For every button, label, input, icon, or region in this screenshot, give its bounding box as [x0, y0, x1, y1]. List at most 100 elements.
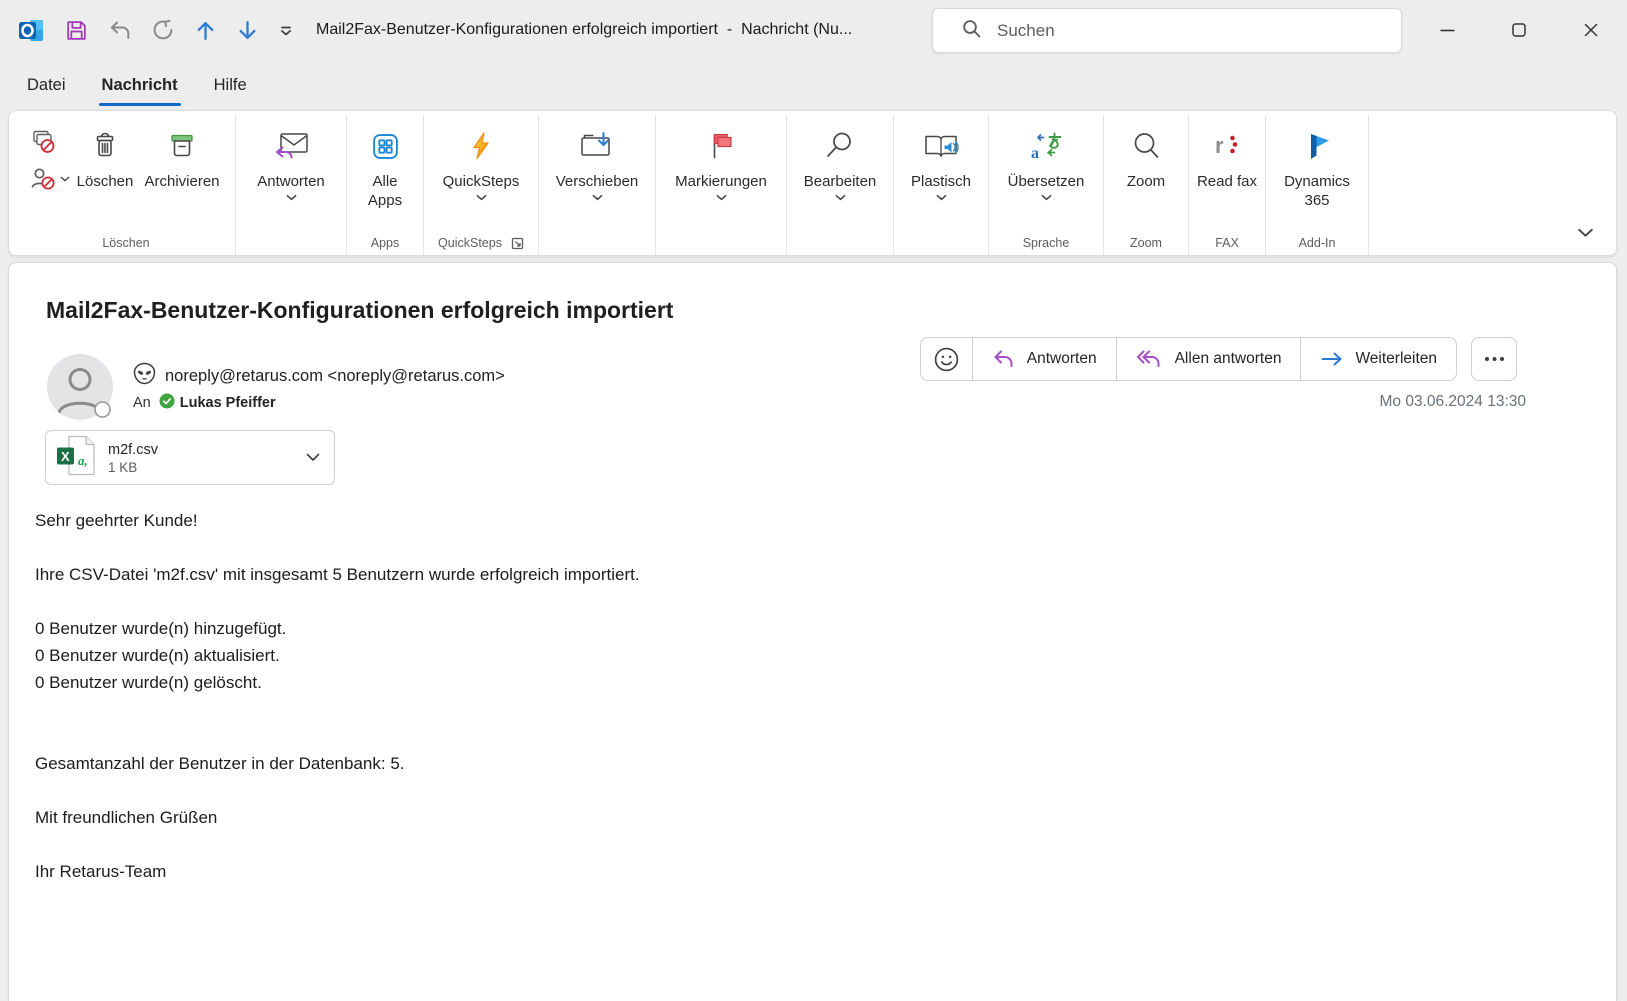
chevron-down-icon: [936, 194, 947, 201]
body-line: Mit freundlichen Grüßen: [35, 804, 1556, 831]
chevron-down-icon: [592, 194, 603, 201]
reply-button[interactable]: Antworten: [972, 338, 1116, 380]
sender-line: noreply@retarus.com <noreply@retarus.com…: [133, 362, 505, 390]
ribbon-group-markierungen: Markierungen: [656, 115, 787, 255]
body-line: [35, 831, 1556, 858]
smiley-icon: [933, 346, 960, 373]
ribbon-group-verschieben: Verschieben: [539, 115, 656, 255]
translate-icon: a: [1030, 123, 1063, 169]
block-sender-button[interactable]: [30, 166, 70, 191]
attachment-info: m2f.csv 1 KB: [108, 439, 295, 477]
svg-text:r: r: [1215, 133, 1224, 158]
maximize-icon[interactable]: [1483, 0, 1555, 60]
ribbon-group-antworten: Antworten: [236, 115, 347, 255]
dialog-launcher-icon[interactable]: [511, 237, 524, 250]
ribbon-delete-button[interactable]: Löschen: [74, 119, 136, 191]
ribbon-group-addin: Dynamics 365 Add-In: [1266, 115, 1369, 255]
ribbon-group-label: Zoom: [1104, 236, 1188, 250]
ribbon-group-bearbeiten: Bearbeiten: [787, 115, 894, 255]
message-body: Sehr geehrter Kunde! Ihre CSV-Datei 'm2f…: [35, 507, 1556, 885]
menu-bar: Datei Nachricht Hilfe: [0, 60, 250, 110]
flag-icon: [707, 123, 735, 169]
minimize-icon[interactable]: [1411, 0, 1483, 60]
avatar[interactable]: [46, 353, 114, 421]
recipient[interactable]: Lukas Pfeiffer: [159, 393, 276, 413]
body-line: 0 Benutzer wurde(n) aktualisiert.: [35, 642, 1556, 669]
excel-file-icon: a, X: [55, 434, 97, 482]
reactions-button[interactable]: [921, 338, 972, 380]
ribbon-group-quicksteps: QuickSteps QuickSteps: [424, 115, 539, 255]
ignore-mail-button[interactable]: [30, 129, 70, 154]
attachment-name: m2f.csv: [108, 441, 295, 459]
window-controls: [1411, 0, 1627, 60]
body-line: [35, 588, 1556, 615]
lightning-icon: [466, 123, 496, 169]
ribbon-group-label: Add-In: [1266, 236, 1368, 250]
ribbon-quicksteps-button[interactable]: QuickSteps: [431, 119, 531, 201]
chevron-down-icon: [476, 194, 487, 201]
chevron-down-icon: [60, 176, 70, 182]
tab-nachricht[interactable]: Nachricht: [99, 60, 181, 110]
ribbon-dynamics-button[interactable]: Dynamics 365: [1273, 119, 1361, 210]
reply-arrow-icon: [992, 348, 1016, 370]
ribbon-flag-button[interactable]: Markierungen: [663, 119, 779, 201]
search-input[interactable]: Suchen: [932, 8, 1402, 53]
collapse-ribbon-chevron-icon[interactable]: [1577, 225, 1594, 243]
body-line: 0 Benutzer wurde(n) gelöscht.: [35, 669, 1556, 696]
ribbon-group-sprache: a Übersetzen Sprache: [989, 115, 1104, 255]
ribbon-group-label: Löschen: [17, 236, 235, 250]
reply-button-group: Antworten Allen antworten Weiterlei: [920, 337, 1457, 381]
archive-icon: [167, 123, 197, 169]
outlook-logo[interactable]: [18, 17, 45, 44]
trash-icon: [90, 123, 120, 169]
svg-text:a: a: [1031, 145, 1039, 161]
attachment-card[interactable]: a, X m2f.csv 1 KB: [45, 430, 335, 485]
move-up-icon[interactable]: [194, 19, 217, 42]
immersive-reader-icon: [923, 123, 960, 169]
body-line: [35, 534, 1556, 561]
forward-button[interactable]: Weiterleiten: [1300, 338, 1456, 380]
ribbon-archive-button[interactable]: Archivieren: [136, 119, 228, 191]
verified-check-icon: [159, 393, 175, 413]
qat-chevron-icon[interactable]: [278, 23, 294, 38]
ribbon-group-apps: Alle Apps Apps: [347, 115, 424, 255]
quick-access-toolbar: [18, 0, 294, 60]
close-icon[interactable]: [1555, 0, 1627, 60]
body-line: [35, 696, 1556, 723]
ribbon-zoom-button[interactable]: Zoom: [1111, 119, 1181, 191]
chevron-down-icon[interactable]: [306, 453, 320, 462]
save-icon[interactable]: [64, 18, 89, 43]
sender-address[interactable]: noreply@retarus.com <noreply@retarus.com…: [165, 367, 505, 386]
ribbon-translate-button[interactable]: a Übersetzen: [996, 119, 1096, 201]
ribbon-group-loeschen: Löschen Archivieren Löschen: [17, 115, 236, 255]
move-down-icon[interactable]: [236, 19, 259, 42]
chevron-down-icon: [286, 194, 297, 201]
ribbon-edit-button[interactable]: Bearbeiten: [794, 119, 886, 201]
body-line: Ihr Retarus-Team: [35, 858, 1556, 885]
chevron-down-icon: [1041, 194, 1052, 201]
redo-icon[interactable]: [151, 19, 175, 42]
reply-envelope-icon: [273, 123, 310, 169]
svg-text:a,: a,: [78, 453, 88, 468]
tab-hilfe[interactable]: Hilfe: [211, 60, 250, 110]
body-line: [35, 723, 1556, 750]
more-actions-button[interactable]: [1471, 337, 1517, 381]
body-line: Sehr geehrter Kunde!: [35, 507, 1556, 534]
message-subject: Mail2Fax-Benutzer-Konfigurationen erfolg…: [46, 297, 673, 324]
more-dots-icon: [1484, 356, 1505, 362]
reply-all-arrow-icon: [1136, 348, 1164, 370]
undo-icon[interactable]: [108, 19, 132, 42]
chevron-down-icon: [835, 194, 846, 201]
tab-datei[interactable]: Datei: [24, 60, 69, 110]
ribbon-group-zoom: Zoom Zoom: [1104, 115, 1189, 255]
body-line: 0 Benutzer wurde(n) hinzugefügt.: [35, 615, 1556, 642]
ribbon: Löschen Archivieren Löschen: [8, 110, 1617, 256]
reply-all-button[interactable]: Allen antworten: [1116, 338, 1301, 380]
title-bar: Mail2Fax-Benutzer-Konfigurationen erfolg…: [0, 0, 1627, 60]
ribbon-move-button[interactable]: Verschieben: [546, 119, 648, 201]
ribbon-all-apps-button[interactable]: Alle Apps: [354, 119, 416, 210]
ribbon-read-fax-button[interactable]: r Read fax: [1196, 119, 1258, 191]
ribbon-immersive-button[interactable]: Plastisch: [901, 119, 981, 201]
forward-arrow-icon: [1320, 349, 1344, 369]
ribbon-reply-button[interactable]: Antworten: [243, 119, 339, 201]
